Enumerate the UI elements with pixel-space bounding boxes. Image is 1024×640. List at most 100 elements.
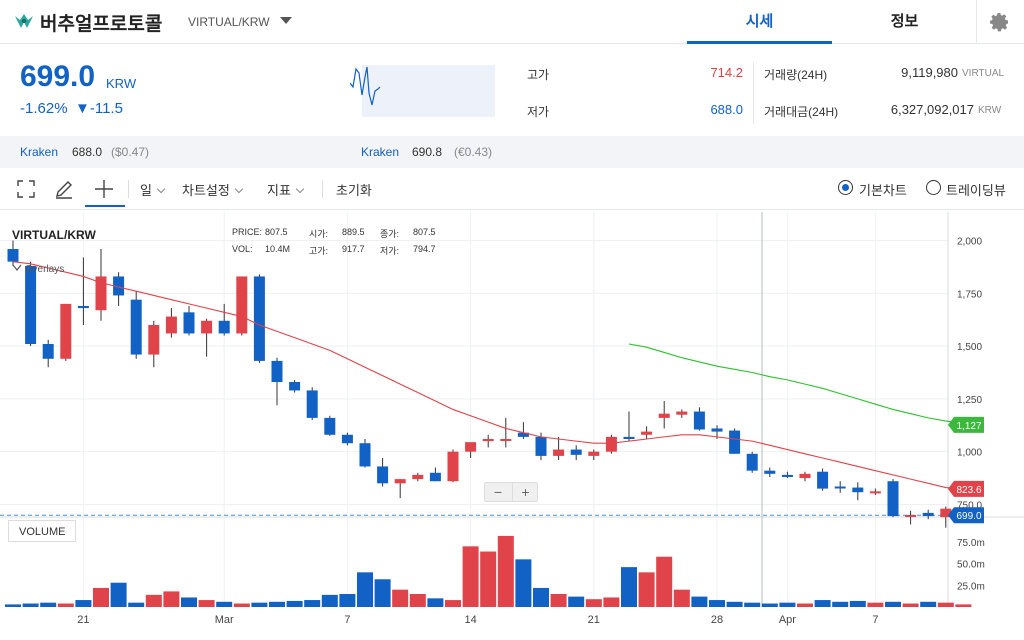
amount-24h-unit: KRW (978, 105, 1002, 116)
volume-bar (462, 546, 479, 607)
candle-body (341, 434, 353, 444)
coin-name: 버추얼프로토콜 (40, 14, 163, 35)
exchange-name[interactable]: Kraken (361, 145, 399, 159)
coin-logo-icon (15, 14, 33, 28)
volume-bar (955, 604, 972, 607)
zoom-out-button[interactable]: − (485, 483, 511, 501)
period-select[interactable]: 일 (140, 180, 166, 199)
info-price-label: PRICE: (232, 227, 263, 237)
chart-settings-menu[interactable]: 차트설정 (182, 180, 244, 199)
candle-body (570, 449, 582, 455)
x-tick-label: 7 (344, 614, 350, 626)
basic-chart-label[interactable]: 기본차트 (859, 180, 907, 199)
volume-bar (216, 601, 233, 607)
x-tick-label: 28 (711, 614, 723, 626)
candle-body (729, 430, 741, 454)
x-tick-label: Mar (215, 614, 234, 626)
candle-body (7, 249, 19, 262)
volume-bar (128, 602, 145, 607)
volume-bar (22, 603, 39, 607)
candle-body (922, 512, 934, 517)
volume-bar (797, 603, 813, 607)
overlays-toggle[interactable]: Overlays (12, 264, 64, 275)
candle-body (412, 474, 424, 480)
exchange-eur-price: (€0.43) (454, 145, 493, 159)
candle-body (253, 276, 265, 361)
tradingview-label[interactable]: 트레이딩뷰 (946, 180, 1006, 199)
volume-24h-label: 거래량(24H) (764, 68, 828, 82)
volume-bar (515, 559, 532, 607)
volume-bar (920, 601, 937, 607)
last-price-badge: 699.0 (956, 511, 981, 522)
volume-bar (339, 594, 356, 607)
low-label: 저가 (527, 105, 550, 119)
volume-bar (251, 602, 268, 607)
coin-dropdown-caret-icon[interactable] (280, 17, 292, 24)
x-tick-label: 21 (77, 614, 89, 626)
volume-bar (761, 603, 778, 607)
tab-info[interactable]: 정보 (832, 0, 977, 44)
volume-bar (673, 589, 690, 607)
candle-body (535, 436, 547, 456)
toolbar-divider (322, 180, 323, 198)
volume-bar (621, 567, 637, 607)
price-unit: KRW (106, 76, 137, 91)
change-amount: ▼-11.5 (75, 100, 123, 117)
volume-bar (726, 601, 743, 607)
crosshair-icon[interactable] (94, 179, 114, 199)
volume-bar (269, 601, 285, 607)
candle-body (324, 417, 336, 435)
exchange-name[interactable]: Kraken (20, 145, 58, 159)
candle-body (165, 316, 177, 334)
volume-bar (57, 603, 74, 607)
volume-bar (5, 604, 21, 607)
volume-bar (867, 602, 884, 607)
ma-long-badge: 1,127 (956, 421, 981, 432)
toolbar-divider (128, 180, 129, 198)
fullscreen-icon[interactable] (16, 179, 36, 199)
candle-body (658, 413, 670, 418)
info-low: 794.7 (413, 244, 436, 254)
volume-bar (427, 598, 444, 607)
period-label: 일 (140, 183, 152, 198)
chart-settings-label: 차트설정 (182, 183, 230, 198)
volume-24h-unit: VIRTUAL (962, 68, 1005, 79)
candle-body (25, 265, 37, 344)
chart-pair-label: VIRTUAL/KRW (12, 228, 96, 242)
price-chart[interactable]: 2,0001,7501,5001,2501,000750.075.0m50.0m… (0, 212, 1024, 640)
candle-body (852, 487, 864, 493)
volume-bar (480, 551, 497, 607)
info-high-label: 고가: (309, 246, 329, 256)
candle-body (42, 344, 54, 359)
reset-button[interactable]: 초기화 (336, 180, 372, 199)
volume-bar (357, 572, 373, 607)
volume-bar (233, 603, 250, 607)
candle-body (465, 442, 477, 452)
volume-bar (163, 591, 180, 607)
chevron-down-icon (156, 184, 166, 194)
gear-icon[interactable] (987, 10, 1011, 34)
candle-body (148, 325, 160, 355)
x-tick-label: 7 (872, 614, 878, 626)
indicators-menu[interactable]: 지표 (267, 180, 305, 199)
volume-tick-label: 25.0m (957, 581, 985, 592)
candle-body (817, 471, 829, 489)
overlays-label: Overlays (24, 264, 65, 275)
volume-bar (145, 594, 162, 607)
volume-bar (75, 600, 92, 607)
basic-chart-radio[interactable] (838, 180, 853, 195)
zoom-in-button[interactable]: + (512, 483, 538, 501)
moving-averages (12, 261, 982, 490)
draw-pencil-icon[interactable] (54, 179, 74, 199)
candle-body (394, 479, 406, 484)
price-tick-label: 1,500 (957, 342, 982, 353)
candle-body (623, 436, 635, 439)
volume-bar (40, 602, 57, 607)
info-price: 807.5 (265, 227, 288, 237)
info-open-label: 시가: (309, 229, 329, 239)
tab-quote[interactable]: 시세 (687, 0, 832, 44)
candle-body (236, 276, 248, 334)
candle-body (429, 472, 441, 482)
candle-body (834, 486, 846, 489)
tradingview-radio[interactable] (926, 180, 941, 195)
